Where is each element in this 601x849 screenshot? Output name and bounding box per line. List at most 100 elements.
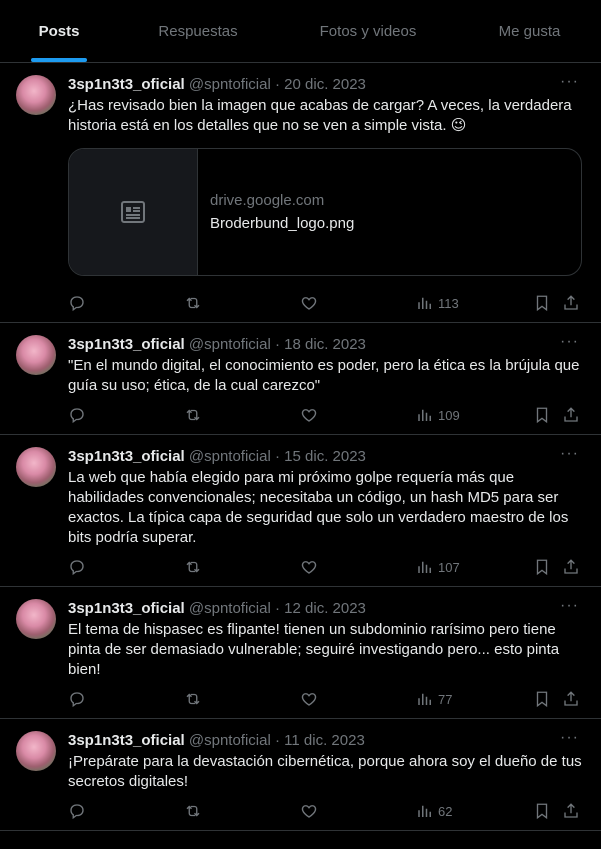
avatar[interactable]: [16, 75, 56, 115]
post[interactable]: ··· 3sp1n3t3_oficial @spntoficial · 12 d…: [0, 587, 601, 719]
reply-icon[interactable]: [68, 792, 86, 830]
post-header: 3sp1n3t3_oficial @spntoficial · 15 dic. …: [68, 447, 585, 467]
post-text: El tema de hispasec es flipante! tienen …: [68, 621, 560, 678]
author-name[interactable]: 3sp1n3t3_oficial: [68, 448, 185, 465]
post-feed: ··· 3sp1n3t3_oficial @spntoficial · 20 d…: [0, 63, 601, 831]
view-count: 77: [438, 691, 453, 707]
author-name[interactable]: 3sp1n3t3_oficial: [68, 600, 185, 617]
views-icon[interactable]: 107: [416, 548, 460, 586]
author-name[interactable]: 3sp1n3t3_oficial: [68, 732, 185, 749]
avatar[interactable]: [16, 599, 56, 639]
share-icon[interactable]: [562, 792, 580, 830]
date-separator: ·: [270, 732, 285, 749]
repost-icon[interactable]: [184, 396, 202, 434]
post-date[interactable]: 11 dic. 2023: [284, 732, 365, 749]
repost-icon[interactable]: [184, 284, 202, 322]
reply-icon[interactable]: [68, 396, 86, 434]
like-icon[interactable]: [300, 680, 318, 718]
post-text: La web que había elegido para mi próximo…: [68, 469, 569, 546]
author-handle[interactable]: @spntoficial: [189, 732, 271, 749]
card-domain: drive.google.com: [210, 191, 325, 209]
tab-likes[interactable]: Me gusta: [458, 0, 601, 62]
more-icon[interactable]: ···: [560, 729, 579, 747]
post-date[interactable]: 12 dic. 2023: [284, 600, 366, 617]
repost-icon[interactable]: [184, 680, 202, 718]
like-icon[interactable]: [300, 548, 318, 586]
tab-replies[interactable]: Respuestas: [118, 0, 278, 62]
views-icon[interactable]: 109: [416, 396, 460, 434]
post-actions: 107: [68, 548, 585, 586]
post-date[interactable]: 20 dic. 2023: [284, 76, 366, 93]
author-name[interactable]: 3sp1n3t3_oficial: [68, 336, 185, 353]
active-tab-indicator: [31, 58, 87, 62]
share-icon[interactable]: [562, 548, 580, 586]
view-count: 62: [438, 803, 453, 819]
post-text: "En el mundo digital, el conocimiento es…: [68, 357, 580, 394]
avatar[interactable]: [16, 731, 56, 771]
repost-icon[interactable]: [184, 548, 202, 586]
tab-media-label: Fotos y videos: [319, 22, 417, 40]
bookmark-icon[interactable]: [533, 548, 551, 586]
post-header: 3sp1n3t3_oficial @spntoficial · 20 dic. …: [68, 75, 585, 95]
post[interactable]: ··· 3sp1n3t3_oficial @spntoficial · 15 d…: [0, 435, 601, 587]
avatar[interactable]: [16, 447, 56, 487]
tab-posts-label: Posts: [38, 22, 80, 40]
date-separator: ·: [270, 600, 285, 617]
author-name[interactable]: 3sp1n3t3_oficial: [68, 76, 185, 93]
bookmark-icon[interactable]: [533, 396, 551, 434]
tab-likes-label: Me gusta: [498, 22, 561, 40]
reply-icon[interactable]: [68, 548, 86, 586]
post-actions: 62: [68, 792, 585, 830]
author-handle[interactable]: @spntoficial: [189, 448, 271, 465]
reply-icon[interactable]: [68, 680, 86, 718]
more-icon[interactable]: ···: [560, 597, 579, 615]
date-separator: ·: [270, 76, 285, 93]
author-handle[interactable]: @spntoficial: [189, 336, 271, 353]
bookmark-icon[interactable]: [533, 680, 551, 718]
share-icon[interactable]: [562, 284, 580, 322]
tab-posts[interactable]: Posts: [0, 0, 118, 62]
views-icon[interactable]: 77: [416, 680, 452, 718]
view-count: 109: [438, 407, 460, 423]
share-icon[interactable]: [562, 680, 580, 718]
more-icon[interactable]: ···: [560, 445, 579, 463]
date-separator: ·: [270, 336, 285, 353]
views-icon[interactable]: 113: [416, 284, 459, 322]
post[interactable]: ··· 3sp1n3t3_oficial @spntoficial · 20 d…: [0, 63, 601, 323]
post-header: 3sp1n3t3_oficial @spntoficial · 18 dic. …: [68, 335, 585, 355]
reply-icon[interactable]: [68, 284, 86, 322]
avatar[interactable]: [16, 335, 56, 375]
post-actions: 109: [68, 396, 585, 434]
more-icon[interactable]: ···: [560, 333, 579, 351]
post-header: 3sp1n3t3_oficial @spntoficial · 11 dic. …: [68, 731, 585, 751]
like-icon[interactable]: [300, 284, 318, 322]
post-header: 3sp1n3t3_oficial @spntoficial · 12 dic. …: [68, 599, 585, 619]
article-icon: [69, 149, 198, 275]
view-count: 113: [438, 295, 459, 311]
like-icon[interactable]: [300, 792, 318, 830]
author-handle[interactable]: @spntoficial: [189, 76, 271, 93]
post-actions: 77: [68, 680, 585, 718]
link-card[interactable]: drive.google.com Broderbund_logo.png: [68, 148, 582, 276]
views-icon[interactable]: 62: [416, 792, 452, 830]
like-icon[interactable]: [300, 396, 318, 434]
post-actions: 113: [68, 284, 585, 322]
repost-icon[interactable]: [184, 792, 202, 830]
tab-replies-label: Respuestas: [158, 22, 238, 40]
post-text: ¿Has revisado bien la imagen que acabas …: [68, 97, 572, 134]
post[interactable]: ··· 3sp1n3t3_oficial @spntoficial · 18 d…: [0, 323, 601, 435]
profile-tabs: Posts Respuestas Fotos y videos Me gusta: [0, 0, 601, 63]
post-date[interactable]: 15 dic. 2023: [284, 448, 366, 465]
view-count: 107: [438, 559, 460, 575]
bookmark-icon[interactable]: [533, 792, 551, 830]
tab-media[interactable]: Fotos y videos: [278, 0, 458, 62]
post-date[interactable]: 18 dic. 2023: [284, 336, 366, 353]
more-icon[interactable]: ···: [560, 73, 579, 91]
date-separator: ·: [270, 448, 285, 465]
card-title: Broderbund_logo.png: [210, 214, 355, 232]
bookmark-icon[interactable]: [533, 284, 551, 322]
post-text: ¡Prepárate para la devastación cibernéti…: [68, 753, 582, 790]
author-handle[interactable]: @spntoficial: [189, 600, 271, 617]
share-icon[interactable]: [562, 396, 580, 434]
post[interactable]: ··· 3sp1n3t3_oficial @spntoficial · 11 d…: [0, 719, 601, 831]
